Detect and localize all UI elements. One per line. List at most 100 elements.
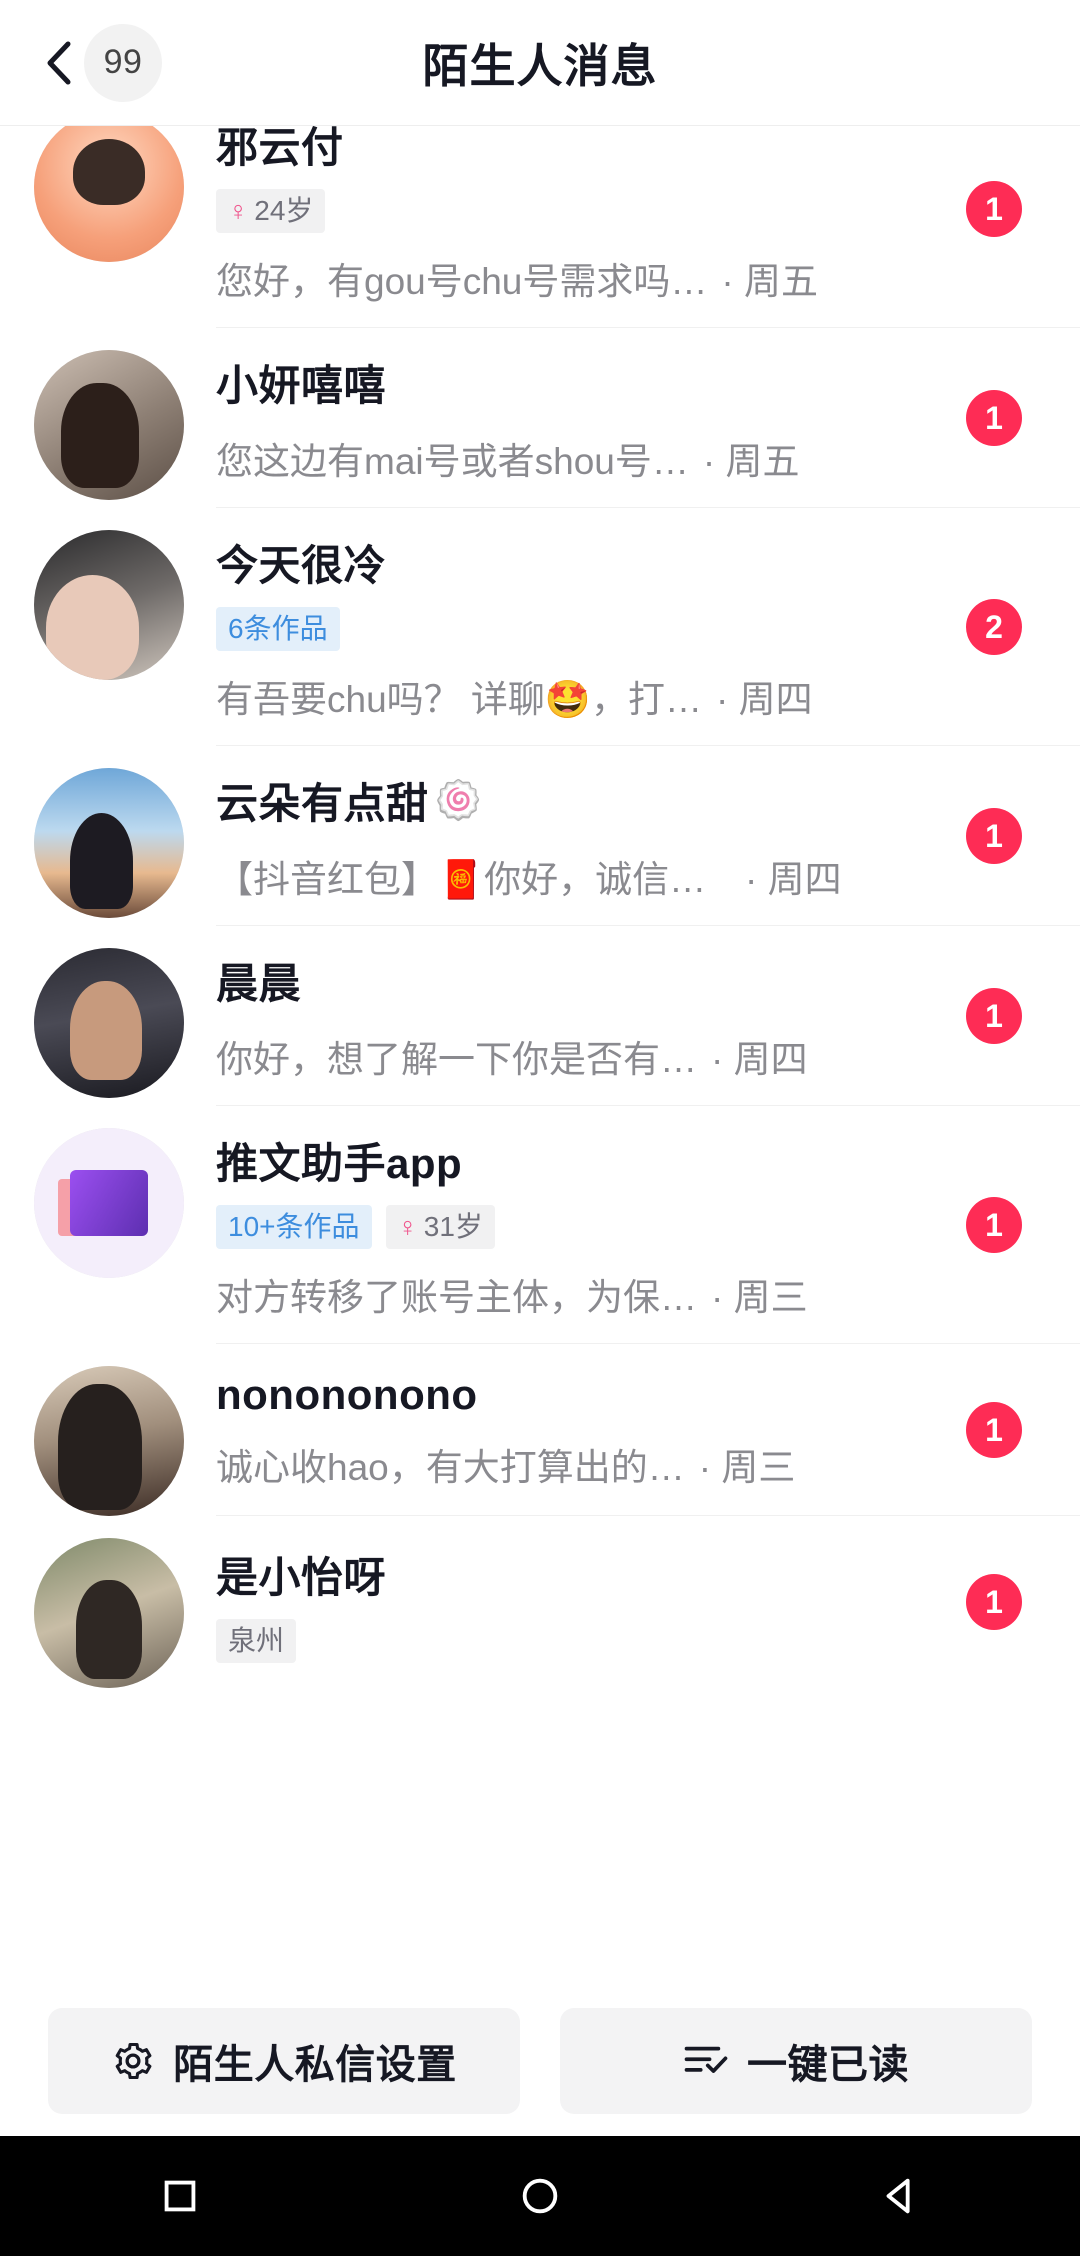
preview-line: 对方转移了账号主体，为保… · 周三 (216, 1267, 940, 1321)
stranger-dm-settings-button[interactable]: 陌生人私信设置 (48, 2008, 520, 2114)
conversation-row[interactable]: nonononono 诚心收hao，有大打算出的… · 周三 1 (0, 1344, 1080, 1516)
conversation-name: 小妍嘻嘻 (216, 362, 387, 409)
tag-label: 6条作品 (228, 613, 328, 644)
message-preview: 诚心收hao，有大打算出的… (216, 1446, 685, 1488)
conversation-body: nonononono 诚心收hao，有大打算出的… · 周三 (216, 1344, 1080, 1516)
conversation-row[interactable]: 云朵有点甜 🍥 【抖音红包】🧧你好，诚信高… · 周四 1 (0, 746, 1080, 926)
conversation-body: 邪云付 ♀ 24岁您好，有gou号chu号需求吗… · 周五 (216, 126, 1080, 328)
message-timestamp: · 周四 (711, 1039, 808, 1080)
avatar-image (34, 1538, 184, 1688)
unread-badge: 1 (966, 808, 1022, 864)
unread-count-badge: 99 (84, 23, 162, 102)
preview-line: 您这边有mai号或者shou号… · 周五 (216, 431, 940, 485)
conversation-body: 推文助手app 10+条作品 ♀ 31岁对方转移了账号主体，为保… · 周三 (216, 1106, 1080, 1344)
avatar-image (34, 948, 184, 1098)
message-preview: 对方转移了账号主体，为保… (216, 1277, 697, 1318)
avatar[interactable] (34, 768, 184, 918)
conversation-name: 今天很冷 (216, 542, 387, 589)
preview-line: 有吾要chu吗？ 详聊🤩，打… · 周四 (216, 669, 940, 723)
mark-all-read-button[interactable]: 一键已读 (560, 2008, 1032, 2114)
conversation-body: 云朵有点甜 🍥 【抖音红包】🧧你好，诚信高… · 周四 (216, 746, 1080, 926)
conversation-body: 今天很冷 6条作品有吾要chu吗？ 详聊🤩，打… · 周四 (216, 508, 1080, 746)
unread-badge: 1 (966, 1197, 1022, 1253)
avatar-image (34, 126, 184, 262)
chevron-left-icon[interactable] (42, 40, 76, 86)
unread-badge: 1 (966, 1574, 1022, 1630)
preview-line: 您好，有gou号chu号需求吗… · 周五 (216, 251, 940, 305)
unread-badge: 1 (966, 988, 1022, 1044)
gender-age-tag: ♀ 24岁 (216, 189, 326, 233)
page-header: 99 陌生人消息 (0, 0, 1080, 126)
gender-age-tag: ♀ 31岁 (385, 1205, 495, 1249)
name-line: 今天很冷 (216, 532, 940, 593)
tag-label: 31岁 (423, 1211, 483, 1242)
name-line: 小妍嘻嘻 (216, 352, 940, 413)
avatar-image (34, 768, 184, 918)
avatar-image (34, 530, 184, 680)
message-timestamp: · 周三 (698, 1446, 796, 1488)
message-preview: 有吾要chu吗？ 详聊🤩，打… (216, 679, 703, 720)
tag-list: 10+条作品 ♀ 31岁 (216, 1205, 940, 1249)
preview-line: 你好，想了解一下你是否有… · 周四 (216, 1029, 940, 1083)
conversation-name: 是小怡呀 (216, 1553, 387, 1601)
unread-badge: 1 (966, 390, 1022, 446)
conversation-row[interactable]: 是小怡呀 泉州 1 (0, 1516, 1080, 1688)
avatar-image (34, 1366, 184, 1516)
avatar[interactable] (34, 1366, 184, 1516)
list-check-icon (683, 2041, 729, 2081)
name-line: 推文助手app (216, 1130, 940, 1191)
tag-label: 24岁 (254, 195, 314, 226)
conversation-row[interactable]: 晨晨你好，想了解一下你是否有… · 周四 1 (0, 926, 1080, 1106)
page-title: 陌生人消息 (422, 39, 658, 92)
tag-list: 6条作品 (216, 607, 940, 651)
avatar[interactable] (34, 126, 184, 262)
avatar[interactable] (34, 350, 184, 500)
avatar[interactable] (34, 530, 184, 680)
stranger-messages-screen: 99 陌生人消息 邪云付 ♀ 24岁 您好，有gou号chu号需求吗… · 周五 1 小妍嘻… (0, 0, 1080, 2256)
square-icon[interactable] (157, 2173, 203, 2219)
avatar[interactable] (34, 1538, 184, 1688)
conversation-name: 邪云付 (216, 126, 344, 171)
circle-icon[interactable] (517, 2173, 563, 2219)
conversation-row[interactable]: 小妍嘻嘻 您这边有mai号或者shou号… · 周五 1 (0, 328, 1080, 508)
message-timestamp: · 周三 (711, 1277, 808, 1318)
conversation-name: 推文助手app (216, 1140, 463, 1187)
name-line: 邪云付 (216, 126, 940, 175)
conversation-name: nonononono (216, 1370, 478, 1418)
bottom-action-bar: 陌生人私信设置 一键已读 (0, 1986, 1080, 2136)
message-preview: 【抖音红包】🧧你好，诚信高… (216, 859, 731, 900)
tag-list: 泉州 (216, 1618, 940, 1663)
avatar[interactable] (34, 1128, 184, 1278)
conversation-body: 小妍嘻嘻您这边有mai号或者shou号… · 周五 (216, 328, 1080, 508)
avatar[interactable] (34, 948, 184, 1098)
android-navigation-bar (0, 2136, 1080, 2256)
stranger-dm-settings-label: 陌生人私信设置 (173, 2043, 457, 2087)
conversation-body: 晨晨你好，想了解一下你是否有… · 周四 (216, 926, 1080, 1106)
conversation-name: 晨晨 (216, 960, 302, 1007)
works-count-tag: 10+条作品 (216, 1205, 372, 1249)
name-line: 晨晨 (216, 950, 940, 1011)
female-icon: ♀ (228, 195, 249, 226)
message-preview: 您这边有mai号或者shou号… (216, 441, 689, 482)
preview-line: 【抖音红包】🧧你好，诚信高… · 周四 (216, 849, 940, 903)
tag-label: 10+条作品 (228, 1211, 360, 1242)
tag-list: ♀ 24岁 (216, 189, 940, 233)
conversation-list[interactable]: 邪云付 ♀ 24岁 您好，有gou号chu号需求吗… · 周五 1 小妍嘻嘻 您这边有mai号… (0, 126, 1080, 1986)
avatar-image (34, 350, 184, 500)
message-preview: 你好，想了解一下你是否有… (216, 1039, 697, 1080)
name-emoji-icon: 🍥 (434, 779, 482, 822)
triangle-back-icon[interactable] (877, 2173, 923, 2219)
conversation-row[interactable]: 邪云付 ♀ 24岁您好，有gou号chu号需求吗… · 周五 1 (0, 126, 1080, 328)
conversation-row[interactable]: 推文助手app 10+条作品 ♀ 31岁对方转移了账号主体，为保… · 周三 1 (0, 1106, 1080, 1344)
unread-badge: 1 (966, 181, 1022, 237)
city-tag: 泉州 (216, 1618, 297, 1663)
unread-badge: 2 (966, 599, 1022, 655)
gear-icon (111, 2039, 155, 2083)
back-button[interactable]: 99 (42, 23, 162, 102)
mark-all-read-label: 一键已读 (747, 2043, 909, 2087)
conversation-body: 是小怡呀 泉州 (216, 1516, 1080, 1688)
name-line: 云朵有点甜 🍥 (216, 770, 940, 831)
preview-line: 诚心收hao，有大打算出的… · 周三 (216, 1437, 940, 1491)
message-timestamp: · 周四 (745, 859, 842, 900)
conversation-row[interactable]: 今天很冷 6条作品有吾要chu吗？ 详聊🤩，打… · 周四 2 (0, 508, 1080, 746)
